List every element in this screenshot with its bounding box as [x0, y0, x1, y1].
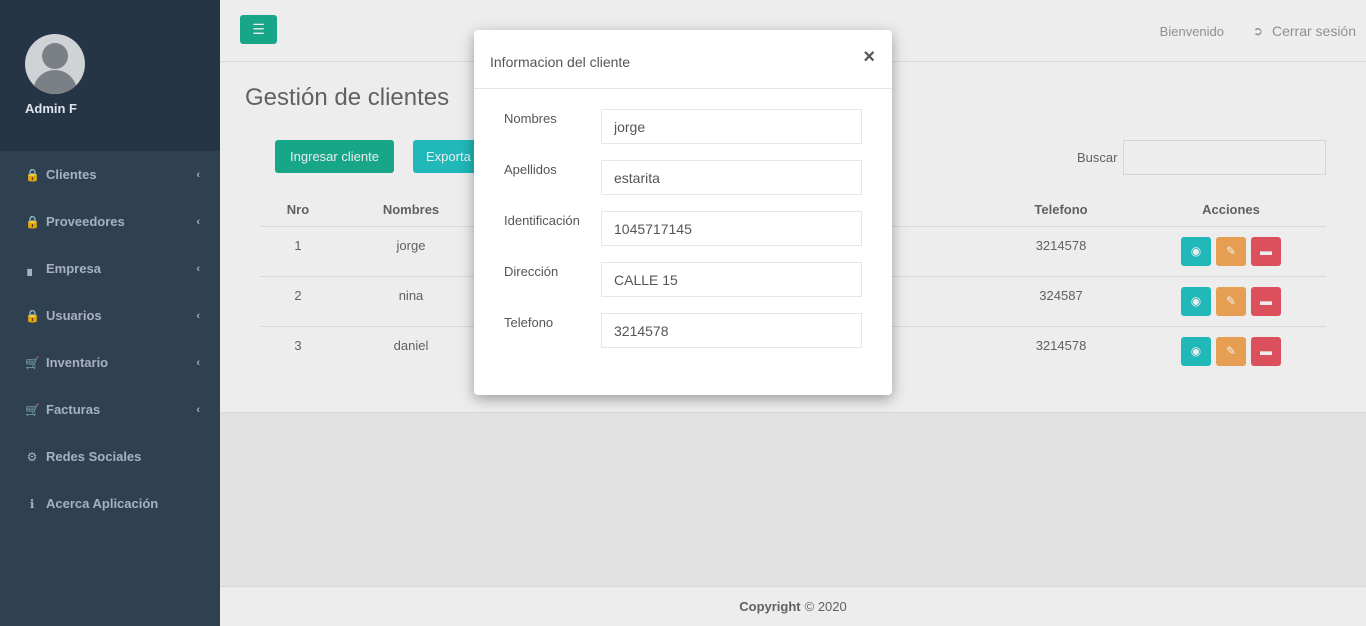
profile-section: Admin F	[0, 0, 220, 151]
form-row-telefono: Telefono	[474, 313, 892, 348]
profile-name[interactable]: Admin F	[25, 101, 220, 116]
modal-title: Informacion del cliente	[490, 54, 631, 70]
gear-icon: ⚙	[26, 449, 38, 464]
lock-icon: 🔒	[25, 214, 40, 229]
form-row-identificacion: Identificación	[474, 211, 892, 246]
sidebar-item-clientes[interactable]: 🔒 Clientes ‹	[0, 151, 220, 198]
field-label: Nombres	[504, 111, 557, 126]
sidebar-item-label: Redes Sociales	[46, 449, 142, 464]
building-icon: ▖	[27, 261, 37, 276]
lock-icon: 🔒	[25, 308, 40, 323]
sidebar-item-proveedores[interactable]: 🔒 Proveedores ‹	[0, 198, 220, 245]
direccion-field[interactable]	[601, 262, 862, 297]
chevron-left-icon: ‹	[196, 356, 200, 369]
chevron-left-icon: ‹	[196, 403, 200, 416]
form-row-apellidos: Apellidos	[474, 160, 892, 195]
sidebar-item-label: Facturas	[46, 402, 101, 417]
modal-header: Informacion del cliente ×	[474, 30, 892, 89]
sidebar-item-empresa[interactable]: ▖ Empresa ‹	[0, 245, 220, 292]
cart-icon: 🛒	[25, 355, 40, 370]
nombres-field[interactable]	[601, 109, 862, 144]
chevron-left-icon: ‹	[196, 262, 200, 275]
sidebar-item-usuarios[interactable]: 🔒 Usuarios ‹	[0, 292, 220, 339]
apellidos-field[interactable]	[601, 160, 862, 195]
field-label: Identificación	[504, 213, 580, 228]
identificacion-field[interactable]	[601, 211, 862, 246]
sidebar-item-label: Inventario	[46, 355, 109, 370]
cart-icon: 🛒	[25, 402, 40, 417]
info-icon: ℹ	[29, 496, 35, 511]
field-label: Dirección	[504, 264, 559, 279]
form-row-nombres: Nombres	[474, 109, 892, 144]
sidebar: Admin F 🔒 Clientes ‹ 🔒 Proveedores ‹ ▖ E…	[0, 0, 220, 626]
sidebar-item-inventario[interactable]: 🛒 Inventario ‹	[0, 339, 220, 386]
form-row-direccion: Dirección	[474, 262, 892, 297]
sidebar-item-acerca[interactable]: ℹ Acerca Aplicación	[0, 480, 220, 527]
sidebar-item-redes-sociales[interactable]: ⚙ Redes Sociales	[0, 433, 220, 480]
telefono-field[interactable]	[601, 313, 862, 348]
sidebar-item-label: Usuarios	[46, 308, 102, 323]
close-icon[interactable]: ×	[863, 47, 875, 67]
sidebar-item-label: Clientes	[46, 167, 97, 182]
lock-icon: 🔒	[25, 167, 40, 182]
sidebar-item-facturas[interactable]: 🛒 Facturas ‹	[0, 386, 220, 433]
sidebar-item-label: Proveedores	[46, 214, 125, 229]
field-label: Telefono	[504, 315, 554, 330]
chevron-left-icon: ‹	[196, 215, 200, 228]
chevron-left-icon: ‹	[196, 168, 200, 181]
sidebar-nav: 🔒 Clientes ‹ 🔒 Proveedores ‹ ▖ Empresa ‹…	[0, 151, 220, 527]
field-label: Apellidos	[504, 162, 557, 177]
avatar[interactable]	[25, 34, 85, 94]
chevron-left-icon: ‹	[196, 309, 200, 322]
sidebar-item-label: Acerca Aplicación	[46, 496, 159, 511]
sidebar-item-label: Empresa	[46, 261, 101, 276]
client-info-modal: Informacion del cliente × Nombres Apelli…	[474, 30, 892, 395]
